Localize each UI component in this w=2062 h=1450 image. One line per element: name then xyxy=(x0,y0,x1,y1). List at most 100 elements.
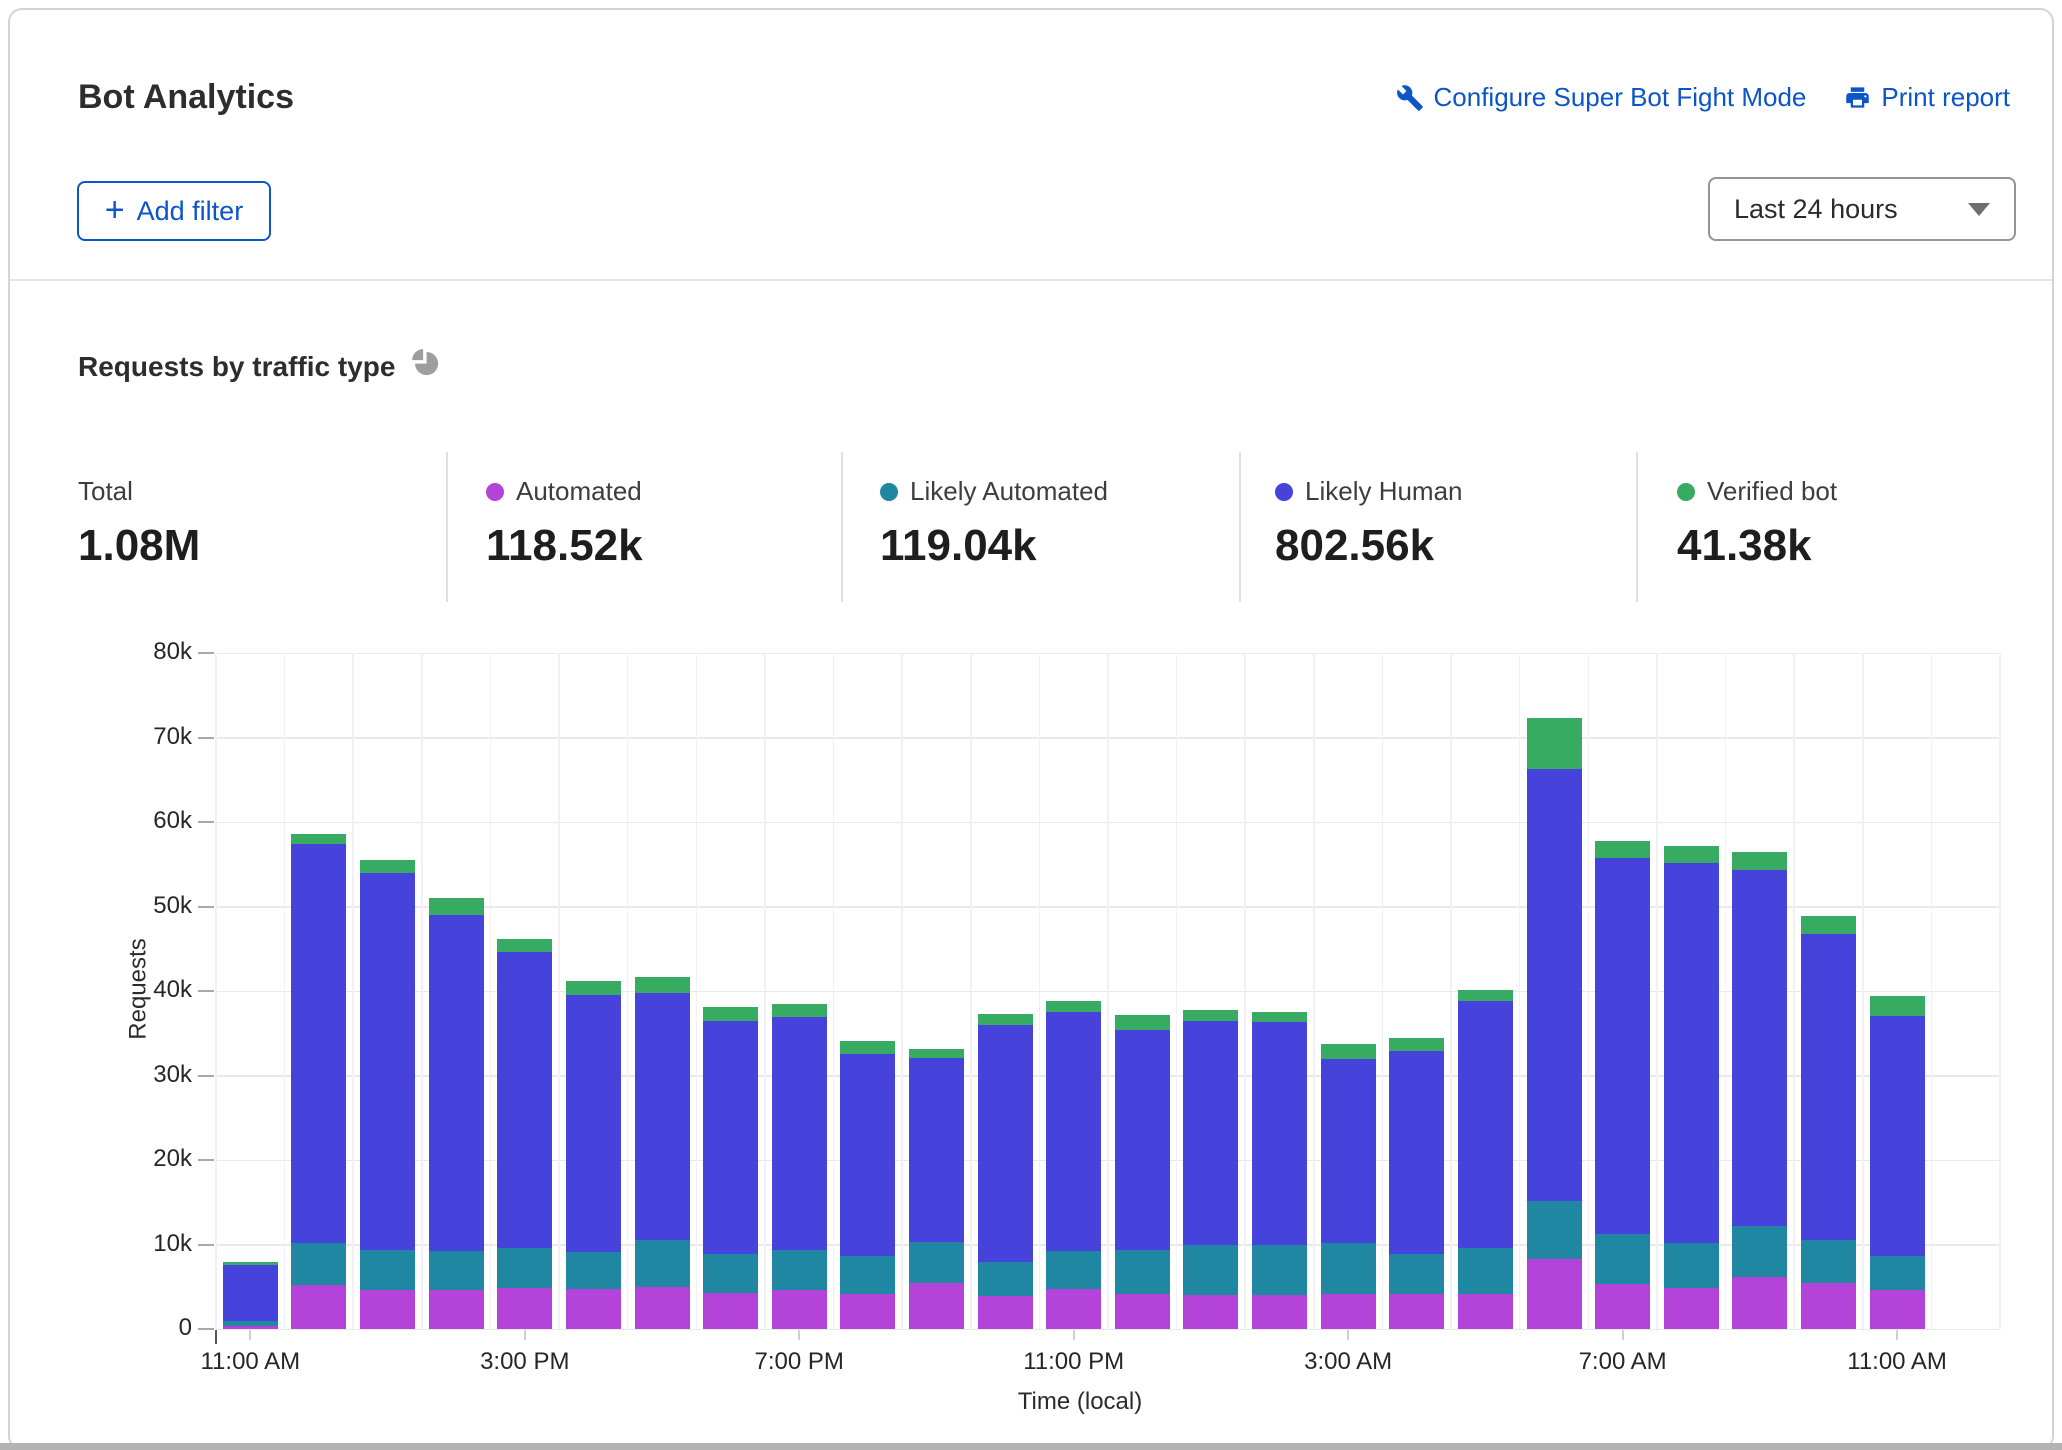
bar-segment-verified-bot[interactable] xyxy=(497,939,552,953)
bar-segment-likely-human[interactable] xyxy=(1458,1001,1513,1248)
bar-segment-automated[interactable] xyxy=(291,1285,346,1329)
bar-segment-likely-automated[interactable] xyxy=(1664,1243,1719,1288)
bar-segment-likely-automated[interactable] xyxy=(772,1250,827,1291)
bar-segment-likely-automated[interactable] xyxy=(566,1252,621,1289)
bar-segment-automated[interactable] xyxy=(566,1289,621,1329)
bar-segment-likely-human[interactable] xyxy=(1183,1021,1238,1244)
bar-segment-automated[interactable] xyxy=(1321,1294,1376,1329)
bar-segment-automated[interactable] xyxy=(1595,1284,1650,1329)
bar-segment-likely-human[interactable] xyxy=(497,952,552,1248)
bar-segment-likely-human[interactable] xyxy=(1595,858,1650,1234)
bar-segment-likely-human[interactable] xyxy=(1115,1030,1170,1251)
bar-segment-likely-human[interactable] xyxy=(1527,769,1582,1201)
bar-segment-likely-human[interactable] xyxy=(635,993,690,1241)
bar-segment-likely-human[interactable] xyxy=(566,995,621,1252)
bar-segment-verified-bot[interactable] xyxy=(1115,1015,1170,1030)
bar-segment-likely-automated[interactable] xyxy=(1527,1201,1582,1259)
bar-segment-likely-automated[interactable] xyxy=(1321,1243,1376,1295)
bar-segment-automated[interactable] xyxy=(772,1290,827,1329)
bar-segment-likely-human[interactable] xyxy=(1389,1051,1444,1254)
print-report-link[interactable]: Print report xyxy=(1844,82,2010,113)
bar-segment-likely-automated[interactable] xyxy=(1801,1240,1856,1282)
bar-segment-likely-automated[interactable] xyxy=(840,1256,895,1294)
bar-segment-likely-human[interactable] xyxy=(978,1025,1033,1262)
bar-segment-likely-automated[interactable] xyxy=(497,1248,552,1289)
bar-segment-likely-automated[interactable] xyxy=(291,1243,346,1285)
bar-segment-automated[interactable] xyxy=(1664,1288,1719,1329)
bar-segment-likely-automated[interactable] xyxy=(1115,1250,1170,1294)
bar-segment-verified-bot[interactable] xyxy=(772,1004,827,1018)
bar-segment-likely-automated[interactable] xyxy=(909,1242,964,1283)
bar-segment-likely-human[interactable] xyxy=(909,1058,964,1242)
bar-segment-verified-bot[interactable] xyxy=(1527,718,1582,769)
bar-segment-automated[interactable] xyxy=(1252,1295,1307,1329)
bar-segment-automated[interactable] xyxy=(1870,1290,1925,1329)
bar-segment-likely-human[interactable] xyxy=(772,1017,827,1249)
bar-segment-likely-automated[interactable] xyxy=(1732,1226,1787,1277)
bar-segment-likely-human[interactable] xyxy=(1321,1059,1376,1243)
bar-segment-automated[interactable] xyxy=(1458,1294,1513,1329)
bar-segment-likely-human[interactable] xyxy=(840,1054,895,1256)
bar-segment-automated[interactable] xyxy=(1046,1289,1101,1329)
bar-segment-automated[interactable] xyxy=(429,1290,484,1329)
bar-segment-likely-human[interactable] xyxy=(703,1021,758,1254)
bar-segment-likely-automated[interactable] xyxy=(1458,1248,1513,1294)
bar-segment-likely-automated[interactable] xyxy=(1389,1254,1444,1295)
bar-segment-likely-automated[interactable] xyxy=(1595,1234,1650,1285)
add-filter-button[interactable]: + Add filter xyxy=(77,181,271,241)
bar-segment-likely-automated[interactable] xyxy=(635,1240,690,1286)
bar-segment-likely-human[interactable] xyxy=(291,844,346,1243)
bar-segment-likely-human[interactable] xyxy=(1732,870,1787,1226)
bar-segment-likely-human[interactable] xyxy=(360,873,415,1250)
bar-segment-verified-bot[interactable] xyxy=(840,1041,895,1054)
bar-segment-likely-automated[interactable] xyxy=(1870,1256,1925,1291)
bar-segment-verified-bot[interactable] xyxy=(1046,1001,1101,1012)
bar-segment-likely-human[interactable] xyxy=(223,1265,278,1322)
bar-segment-automated[interactable] xyxy=(497,1288,552,1329)
bar-segment-verified-bot[interactable] xyxy=(1252,1012,1307,1022)
bar-segment-verified-bot[interactable] xyxy=(909,1049,964,1058)
bar-segment-likely-human[interactable] xyxy=(1870,1016,1925,1255)
bar-segment-likely-human[interactable] xyxy=(1664,863,1719,1243)
bar-segment-likely-automated[interactable] xyxy=(429,1251,484,1290)
bar-segment-likely-automated[interactable] xyxy=(1183,1245,1238,1296)
bar-segment-verified-bot[interactable] xyxy=(1732,852,1787,870)
bar-segment-automated[interactable] xyxy=(1732,1277,1787,1329)
bar-segment-likely-human[interactable] xyxy=(1801,934,1856,1240)
bar-segment-likely-automated[interactable] xyxy=(1252,1245,1307,1295)
bar-segment-likely-automated[interactable] xyxy=(360,1250,415,1291)
bar-segment-verified-bot[interactable] xyxy=(978,1014,1033,1025)
bar-segment-automated[interactable] xyxy=(909,1283,964,1329)
bar-segment-verified-bot[interactable] xyxy=(635,977,690,993)
bar-segment-automated[interactable] xyxy=(840,1294,895,1329)
bar-segment-automated[interactable] xyxy=(1115,1294,1170,1329)
bar-segment-verified-bot[interactable] xyxy=(703,1007,758,1021)
bar-segment-verified-bot[interactable] xyxy=(1183,1010,1238,1021)
bar-segment-verified-bot[interactable] xyxy=(429,898,484,915)
bar-segment-verified-bot[interactable] xyxy=(1870,996,1925,1016)
bar-segment-automated[interactable] xyxy=(978,1296,1033,1329)
bar-segment-automated[interactable] xyxy=(1801,1283,1856,1329)
bar-segment-verified-bot[interactable] xyxy=(291,834,346,844)
bar-segment-verified-bot[interactable] xyxy=(1458,990,1513,1001)
bar-segment-automated[interactable] xyxy=(1389,1294,1444,1329)
bar-segment-automated[interactable] xyxy=(1183,1295,1238,1329)
bar-segment-automated[interactable] xyxy=(703,1293,758,1329)
bar-segment-likely-automated[interactable] xyxy=(703,1254,758,1293)
bar-segment-likely-human[interactable] xyxy=(429,915,484,1251)
bar-segment-verified-bot[interactable] xyxy=(1664,846,1719,863)
time-range-select[interactable]: Last 24 hours xyxy=(1708,177,2016,241)
bar-segment-verified-bot[interactable] xyxy=(566,981,621,995)
bar-segment-automated[interactable] xyxy=(1527,1259,1582,1329)
bar-segment-verified-bot[interactable] xyxy=(1801,916,1856,935)
bar-segment-automated[interactable] xyxy=(223,1326,278,1329)
bar-segment-verified-bot[interactable] xyxy=(360,860,415,873)
configure-super-bot-fight-mode-link[interactable]: Configure Super Bot Fight Mode xyxy=(1396,82,1807,113)
bar-segment-verified-bot[interactable] xyxy=(1389,1038,1444,1051)
bar-segment-automated[interactable] xyxy=(360,1290,415,1329)
bar-segment-likely-human[interactable] xyxy=(1046,1012,1101,1251)
bar-segment-likely-human[interactable] xyxy=(1252,1022,1307,1245)
bar-segment-verified-bot[interactable] xyxy=(1595,841,1650,858)
bar-segment-likely-automated[interactable] xyxy=(978,1262,1033,1296)
bar-segment-likely-automated[interactable] xyxy=(1046,1251,1101,1289)
